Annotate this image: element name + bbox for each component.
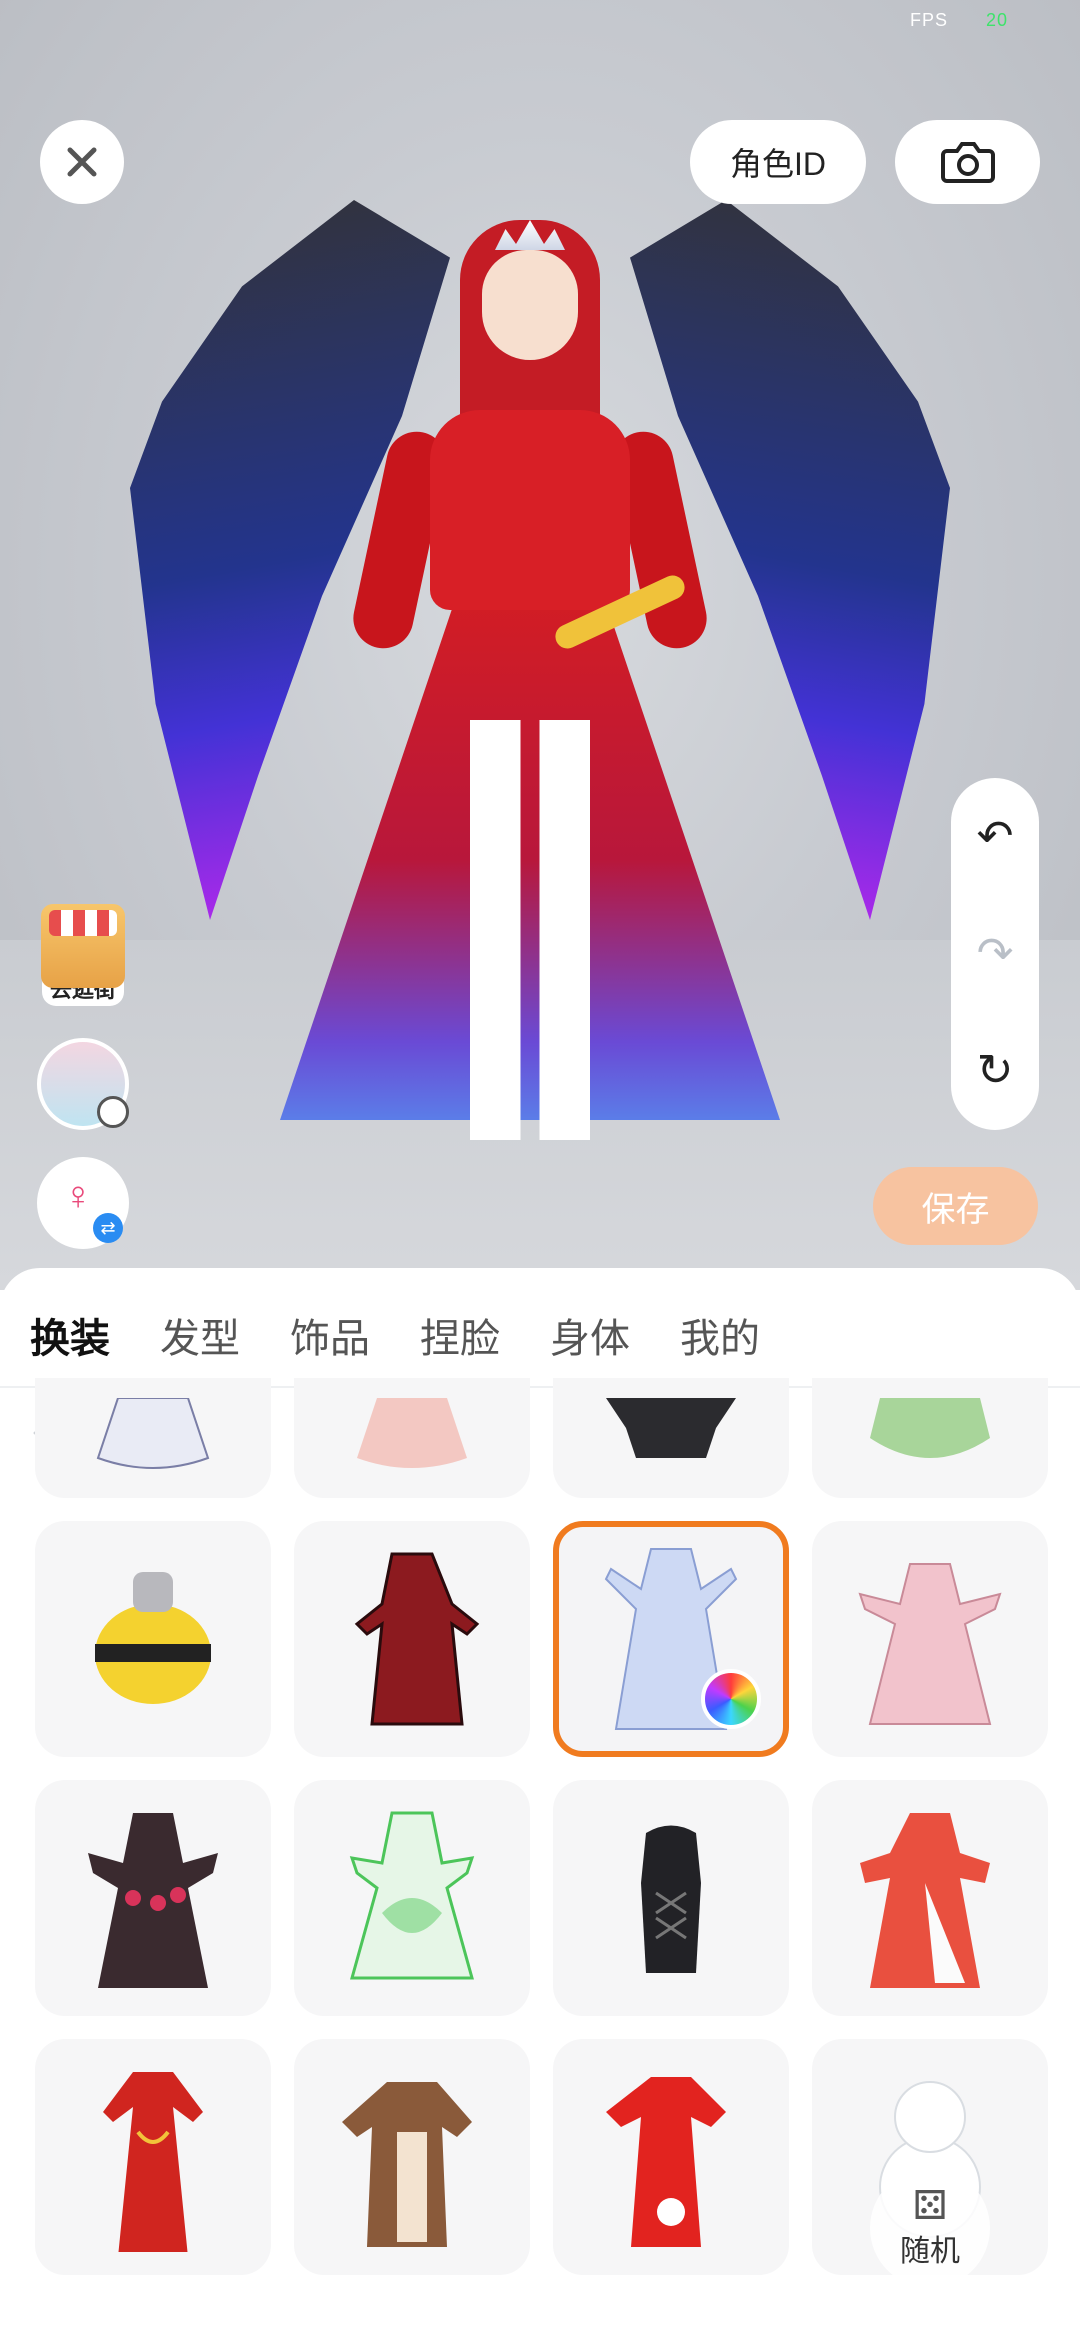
character-face <box>482 250 578 360</box>
fps-value: 20 <box>985 10 1008 30</box>
fur-coat-icon <box>342 2082 472 2247</box>
outfit-item[interactable] <box>35 1780 271 2016</box>
fps-label: FPS <box>909 10 948 30</box>
outfit-item[interactable] <box>812 1378 1048 1498</box>
gender-switch-button[interactable]: ♀ ⇄ <box>37 1157 129 1249</box>
avatar-scene[interactable]: FPS 20 角色ID 去逛街 ♀ ⇄ ↶ ↷ ↻ 保存 <box>0 0 1080 1290</box>
history-controls: ↶ ↷ ↻ <box>951 778 1039 1130</box>
skirt-icon <box>357 1398 467 1468</box>
tab-accessories[interactable]: 饰品 <box>290 1306 370 1364</box>
shop-icon <box>41 904 125 988</box>
wardrobe-sheet: 换装 发型 饰品 捏脸 身体 我的 ⚄ 随机 <box>0 1268 1080 2340</box>
outfit-item[interactable] <box>812 1780 1048 2016</box>
outfit-item[interactable] <box>294 1378 530 1498</box>
camera-button[interactable] <box>895 120 1040 204</box>
coat-icon <box>354 1552 480 1726</box>
avatar-character[interactable] <box>130 180 950 1200</box>
close-icon <box>67 147 97 177</box>
outfit-item[interactable] <box>553 1378 789 1498</box>
outfit-item[interactable] <box>294 1521 530 1757</box>
rose-dress-icon <box>88 1813 218 1988</box>
outfit-grid <box>35 1378 1048 2275</box>
avatar-profile-button[interactable] <box>37 1038 129 1130</box>
save-label: 保存 <box>921 1190 990 1229</box>
tab-outfit[interactable]: 换装 <box>30 1306 110 1392</box>
outfit-item-selected[interactable] <box>553 1521 789 1757</box>
fps-counter: FPS 20 <box>910 10 1008 31</box>
reset-icon[interactable]: ↻ <box>977 1049 1014 1093</box>
bee-costume-icon <box>95 1572 211 1704</box>
save-button[interactable]: 保存 <box>873 1167 1038 1245</box>
dress-icon <box>96 1398 210 1469</box>
close-button[interactable] <box>40 120 124 204</box>
role-id-button[interactable]: 角色ID <box>690 120 866 204</box>
red-white-dress-icon <box>860 1813 990 1988</box>
redo-icon[interactable]: ↷ <box>977 931 1014 976</box>
winter-qipao-icon <box>606 2077 726 2247</box>
role-id-label: 角色ID <box>729 146 826 182</box>
tab-mine[interactable]: 我的 <box>680 1306 760 1364</box>
camera-icon <box>940 142 995 183</box>
tab-hairstyle[interactable]: 发型 <box>160 1306 240 1364</box>
qipao-icon <box>103 2072 203 2252</box>
outfit-item[interactable] <box>294 2039 530 2275</box>
undo-icon[interactable]: ↶ <box>977 814 1014 859</box>
random-button[interactable]: ⚄ 随机 <box>870 2168 990 2288</box>
category-tabs: 换装 发型 饰品 捏脸 身体 我的 <box>30 1306 760 1392</box>
shop-button[interactable]: 去逛街 <box>37 900 129 1010</box>
outfit-item[interactable] <box>553 1780 789 2016</box>
corset-icon <box>641 1825 701 1973</box>
character-torso <box>430 410 630 610</box>
color-palette-icon[interactable] <box>701 1669 761 1729</box>
character-legs <box>470 720 590 1140</box>
frog-costume-icon <box>870 1398 990 1458</box>
dice-icon: ⚄ <box>912 2184 948 2228</box>
lolita-dress-icon <box>858 1563 1002 1725</box>
outfit-item[interactable] <box>35 1378 271 1498</box>
outfit-item[interactable] <box>35 2039 271 2275</box>
tab-face[interactable]: 捏脸 <box>420 1306 500 1364</box>
outfit-item[interactable] <box>553 2039 789 2275</box>
hoodie-icon <box>606 1398 736 1458</box>
random-label: 随机 <box>900 2235 960 2268</box>
tab-body[interactable]: 身体 <box>550 1306 630 1364</box>
female-icon: ♀ <box>63 1173 93 1218</box>
flower-dress-icon <box>349 1811 475 1980</box>
swap-icon: ⇄ <box>93 1213 123 1243</box>
outfit-item[interactable] <box>812 1521 1048 1757</box>
outfit-item[interactable] <box>294 1780 530 2016</box>
outfit-item[interactable] <box>35 1521 271 1757</box>
